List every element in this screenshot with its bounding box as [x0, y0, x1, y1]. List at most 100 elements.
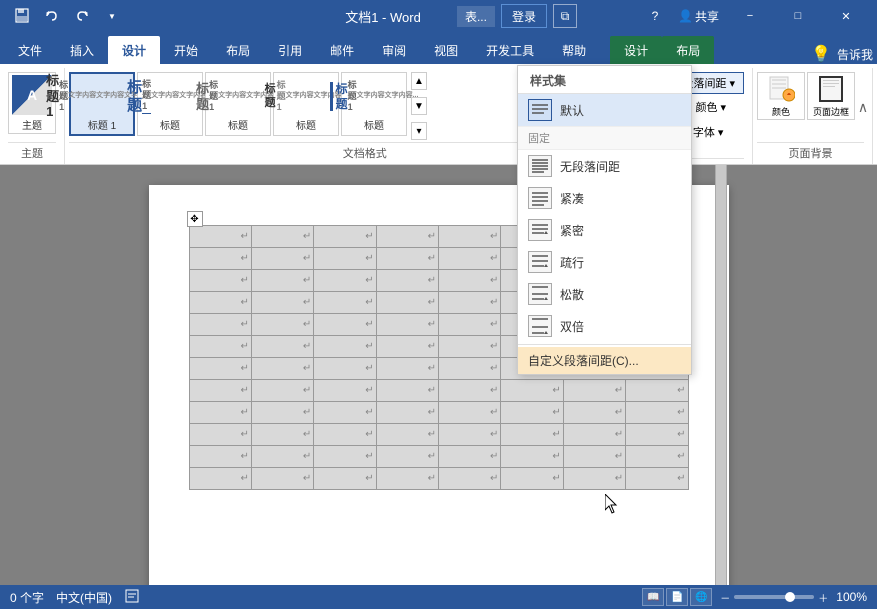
table-cell[interactable] — [251, 380, 313, 402]
close-button[interactable]: ✕ — [823, 0, 869, 32]
gallery-scroll-down[interactable]: ▼ — [411, 97, 427, 115]
table-cell[interactable] — [376, 248, 438, 270]
table-cell[interactable] — [314, 424, 376, 446]
table-cell[interactable] — [376, 380, 438, 402]
table-cell[interactable] — [251, 402, 313, 424]
tab-table-design[interactable]: 设计 — [610, 36, 662, 64]
style-biaoti[interactable]: 标题 标题 1 文字内容文字内容... 标题 — [137, 72, 203, 136]
tab-references[interactable]: 引用 — [264, 36, 316, 64]
table-cell[interactable] — [563, 446, 625, 468]
table-cell[interactable] — [376, 270, 438, 292]
read-view-button[interactable]: 📖 — [642, 588, 664, 606]
table-cell[interactable] — [314, 402, 376, 424]
page-border-button[interactable]: 页面边框 — [807, 72, 855, 120]
login-button[interactable]: 登录 — [501, 4, 547, 28]
tab-layout[interactable]: 布局 — [212, 36, 264, 64]
table-cell[interactable] — [189, 336, 251, 358]
table-cell[interactable] — [376, 402, 438, 424]
table-cell[interactable] — [439, 424, 501, 446]
tab-developer[interactable]: 开发工具 — [472, 36, 548, 64]
table-cell[interactable] — [251, 248, 313, 270]
zoom-slider[interactable]: － ＋ — [720, 590, 828, 605]
table-cell[interactable] — [439, 358, 501, 380]
table-cell[interactable] — [439, 248, 501, 270]
table-cell[interactable] — [251, 336, 313, 358]
table-cell[interactable] — [626, 446, 688, 468]
table-cell[interactable] — [189, 402, 251, 424]
tab-help[interactable]: 帮助 — [548, 36, 600, 64]
table-cell[interactable] — [314, 446, 376, 468]
table-cell[interactable] — [376, 314, 438, 336]
table-cell[interactable] — [251, 424, 313, 446]
maximize-button[interactable]: □ — [775, 0, 821, 32]
table-cell[interactable] — [439, 292, 501, 314]
table-cell[interactable] — [376, 424, 438, 446]
zoom-in-button[interactable]: ＋ — [818, 590, 828, 605]
table-cell[interactable] — [189, 380, 251, 402]
table-cell[interactable] — [626, 402, 688, 424]
table-cell[interactable] — [189, 270, 251, 292]
tab-table-layout[interactable]: 布局 — [662, 36, 714, 64]
style-biaoti4[interactable]: 标题 标题 1 文字内容文字内容... 标题 — [341, 72, 407, 136]
page-view-button[interactable]: 📄 — [666, 588, 688, 606]
table-cell[interactable] — [189, 424, 251, 446]
table-cell[interactable] — [314, 468, 376, 490]
tab-view[interactable]: 视图 — [420, 36, 472, 64]
table-cell[interactable] — [251, 358, 313, 380]
table-cell[interactable] — [563, 402, 625, 424]
style-biaoti2[interactable]: 标题 标题 1 文字内容文字内容... 标题 — [205, 72, 271, 136]
tab-review[interactable]: 审阅 — [368, 36, 420, 64]
style-biaoti1[interactable]: 标题 1 标题 1 文字内容文字内容文字内容... 标题 1 — [69, 72, 135, 136]
table-cell[interactable] — [189, 446, 251, 468]
table-cell[interactable] — [314, 248, 376, 270]
spacing-tight-item[interactable]: 紧凑 — [518, 182, 691, 214]
table-cell[interactable] — [314, 270, 376, 292]
table-cell[interactable] — [189, 314, 251, 336]
table-cell[interactable] — [314, 358, 376, 380]
tab-start[interactable]: 开始 — [160, 36, 212, 64]
window-restore-button[interactable]: ⧉ — [553, 4, 577, 28]
table-cell[interactable] — [626, 424, 688, 446]
tab-mailing[interactable]: 邮件 — [316, 36, 368, 64]
table-cell[interactable] — [314, 336, 376, 358]
table-cell[interactable] — [189, 292, 251, 314]
zoom-track[interactable] — [734, 595, 814, 599]
spacing-custom-item[interactable]: 自定义段落间距(C)... — [518, 347, 691, 374]
table-cell[interactable] — [501, 446, 563, 468]
table-cell[interactable] — [314, 226, 376, 248]
customize-quick-access-button[interactable]: ▼ — [98, 6, 126, 26]
table-cell[interactable] — [626, 380, 688, 402]
table-label[interactable]: 表... — [457, 6, 495, 27]
table-cell[interactable] — [314, 314, 376, 336]
page-color-button[interactable]: 颜色 — [757, 72, 805, 120]
table-cell[interactable] — [501, 402, 563, 424]
undo-button[interactable] — [38, 6, 66, 26]
table-cell[interactable] — [439, 446, 501, 468]
table-cell[interactable] — [376, 226, 438, 248]
table-cell[interactable] — [439, 314, 501, 336]
spacing-sparse-item[interactable]: 疏行 — [518, 246, 691, 278]
table-cell[interactable] — [439, 468, 501, 490]
table-cell[interactable] — [439, 380, 501, 402]
table-cell[interactable] — [189, 358, 251, 380]
table-cell[interactable] — [251, 314, 313, 336]
ribbon-collapse-button[interactable]: ∧ — [853, 97, 873, 117]
table-cell[interactable] — [251, 292, 313, 314]
tab-insert[interactable]: 插入 — [56, 36, 108, 64]
table-cell[interactable] — [563, 468, 625, 490]
redo-button[interactable] — [68, 6, 96, 26]
help-icon[interactable]: ? — [640, 0, 670, 32]
table-cell[interactable] — [439, 226, 501, 248]
table-cell[interactable] — [189, 468, 251, 490]
table-cell[interactable] — [376, 446, 438, 468]
table-move-handle[interactable]: ✥ — [187, 211, 203, 227]
table-cell[interactable] — [439, 336, 501, 358]
gallery-scroll-up[interactable]: ▲ — [411, 72, 427, 90]
gallery-more[interactable]: ▾ — [411, 122, 427, 140]
table-cell[interactable] — [563, 424, 625, 446]
tab-design[interactable]: 设计 — [108, 36, 160, 64]
minimize-button[interactable]: − — [727, 0, 773, 32]
table-cell[interactable] — [501, 468, 563, 490]
table-cell[interactable] — [189, 248, 251, 270]
save-button[interactable] — [8, 6, 36, 26]
